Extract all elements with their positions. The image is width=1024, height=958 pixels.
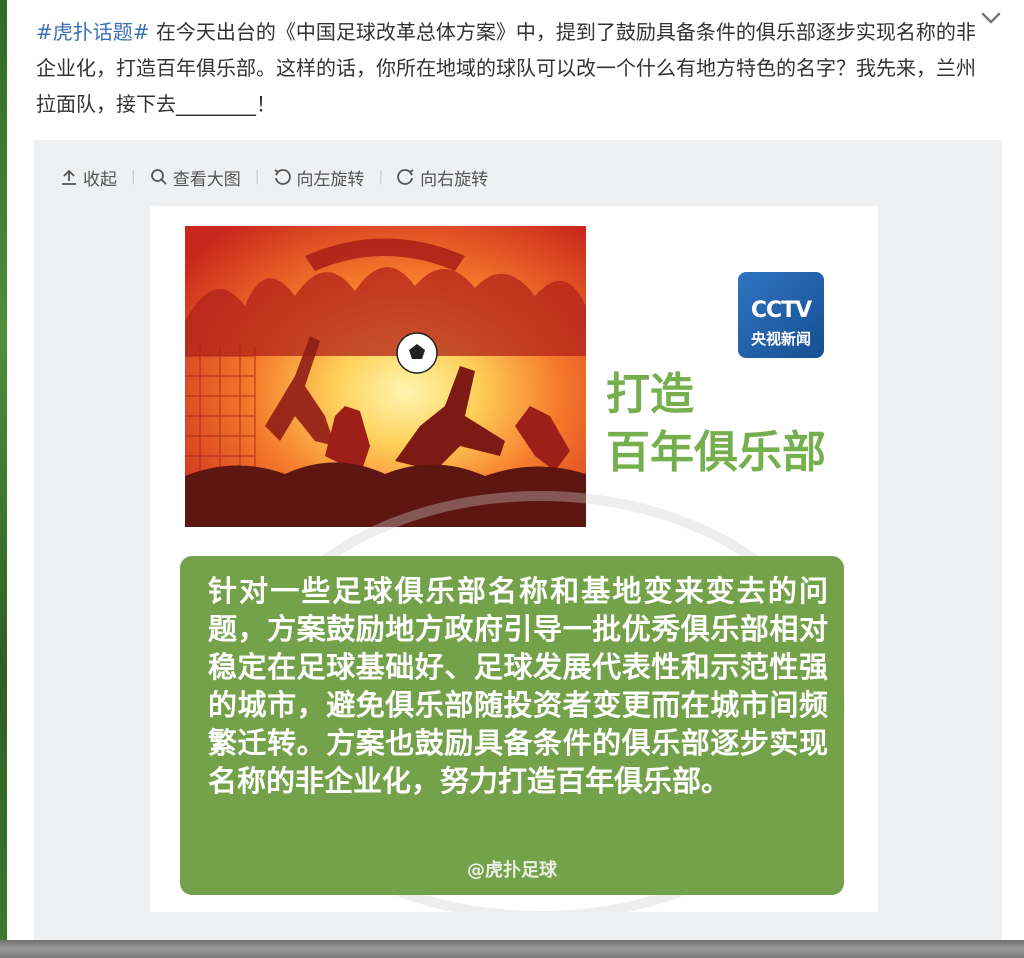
image-toolbar: 收起 | 查看大图 | 向左旋转 | 向右旋转 — [60, 164, 488, 190]
headline-line-1: 打造 — [606, 369, 694, 420]
logo-mark: CCTV — [750, 298, 812, 323]
cctv-news-logo: CCTV 央视新闻 — [738, 272, 824, 358]
chevron-down-icon[interactable] — [978, 8, 1004, 30]
topic-link[interactable]: #虎扑话题# — [36, 20, 150, 44]
rotate-left-label: 向左旋转 — [296, 169, 365, 190]
image-credit: @虎扑足球 — [467, 860, 557, 881]
view-large-label: 查看大图 — [172, 169, 241, 190]
toolbar-divider: | — [131, 169, 136, 185]
rotate-right-button[interactable]: 向右旋转 — [397, 165, 488, 190]
post-text: #虎扑话题# 在今天出台的《中国足球改革总体方案》中，提到了鼓励具备条件的俱乐部… — [36, 14, 976, 122]
post-body: 在今天出台的《中国足球改革总体方案》中，提到了鼓励具备条件的俱乐部逐步实现名称的… — [36, 20, 976, 116]
rotate-right-label: 向右旋转 — [420, 169, 489, 190]
rotate-left-icon — [274, 169, 292, 185]
collapse-label: 收起 — [83, 169, 117, 190]
upload-arrow-icon — [62, 169, 76, 185]
logo-subtitle: 央视新闻 — [750, 330, 811, 348]
media-panel: 收起 | 查看大图 | 向左旋转 | 向右旋转 CCTV 央视新闻 打造 百年俱… — [34, 140, 1002, 940]
background-edge — [0, 0, 7, 958]
toolbar-divider: | — [254, 169, 260, 185]
summary-text: 针对一些足球俱乐部名称和基地变来变去的问题，方案鼓励地方政府引导一批优秀俱乐部相… — [208, 574, 828, 798]
collapse-button[interactable]: 收起 — [60, 165, 117, 190]
view-large-button[interactable]: 查看大图 — [150, 165, 241, 190]
post-image[interactable]: CCTV 央视新闻 打造 百年俱乐部 针对一些足球俱乐部名称和基地变来变去的问题… — [150, 206, 878, 912]
headline-line-2: 百年俱乐部 — [606, 427, 826, 478]
image-headline: 打造 百年俱乐部 — [606, 366, 866, 482]
magnifier-icon — [150, 169, 167, 185]
bottom-edge-bar — [0, 940, 1024, 958]
rotate-left-button[interactable]: 向左旋转 — [273, 165, 364, 190]
summary-box: 针对一些足球俱乐部名称和基地变来变去的问题，方案鼓励地方政府引导一批优秀俱乐部相… — [180, 556, 844, 895]
toolbar-divider: | — [378, 169, 384, 185]
rotate-right-icon — [397, 169, 414, 185]
